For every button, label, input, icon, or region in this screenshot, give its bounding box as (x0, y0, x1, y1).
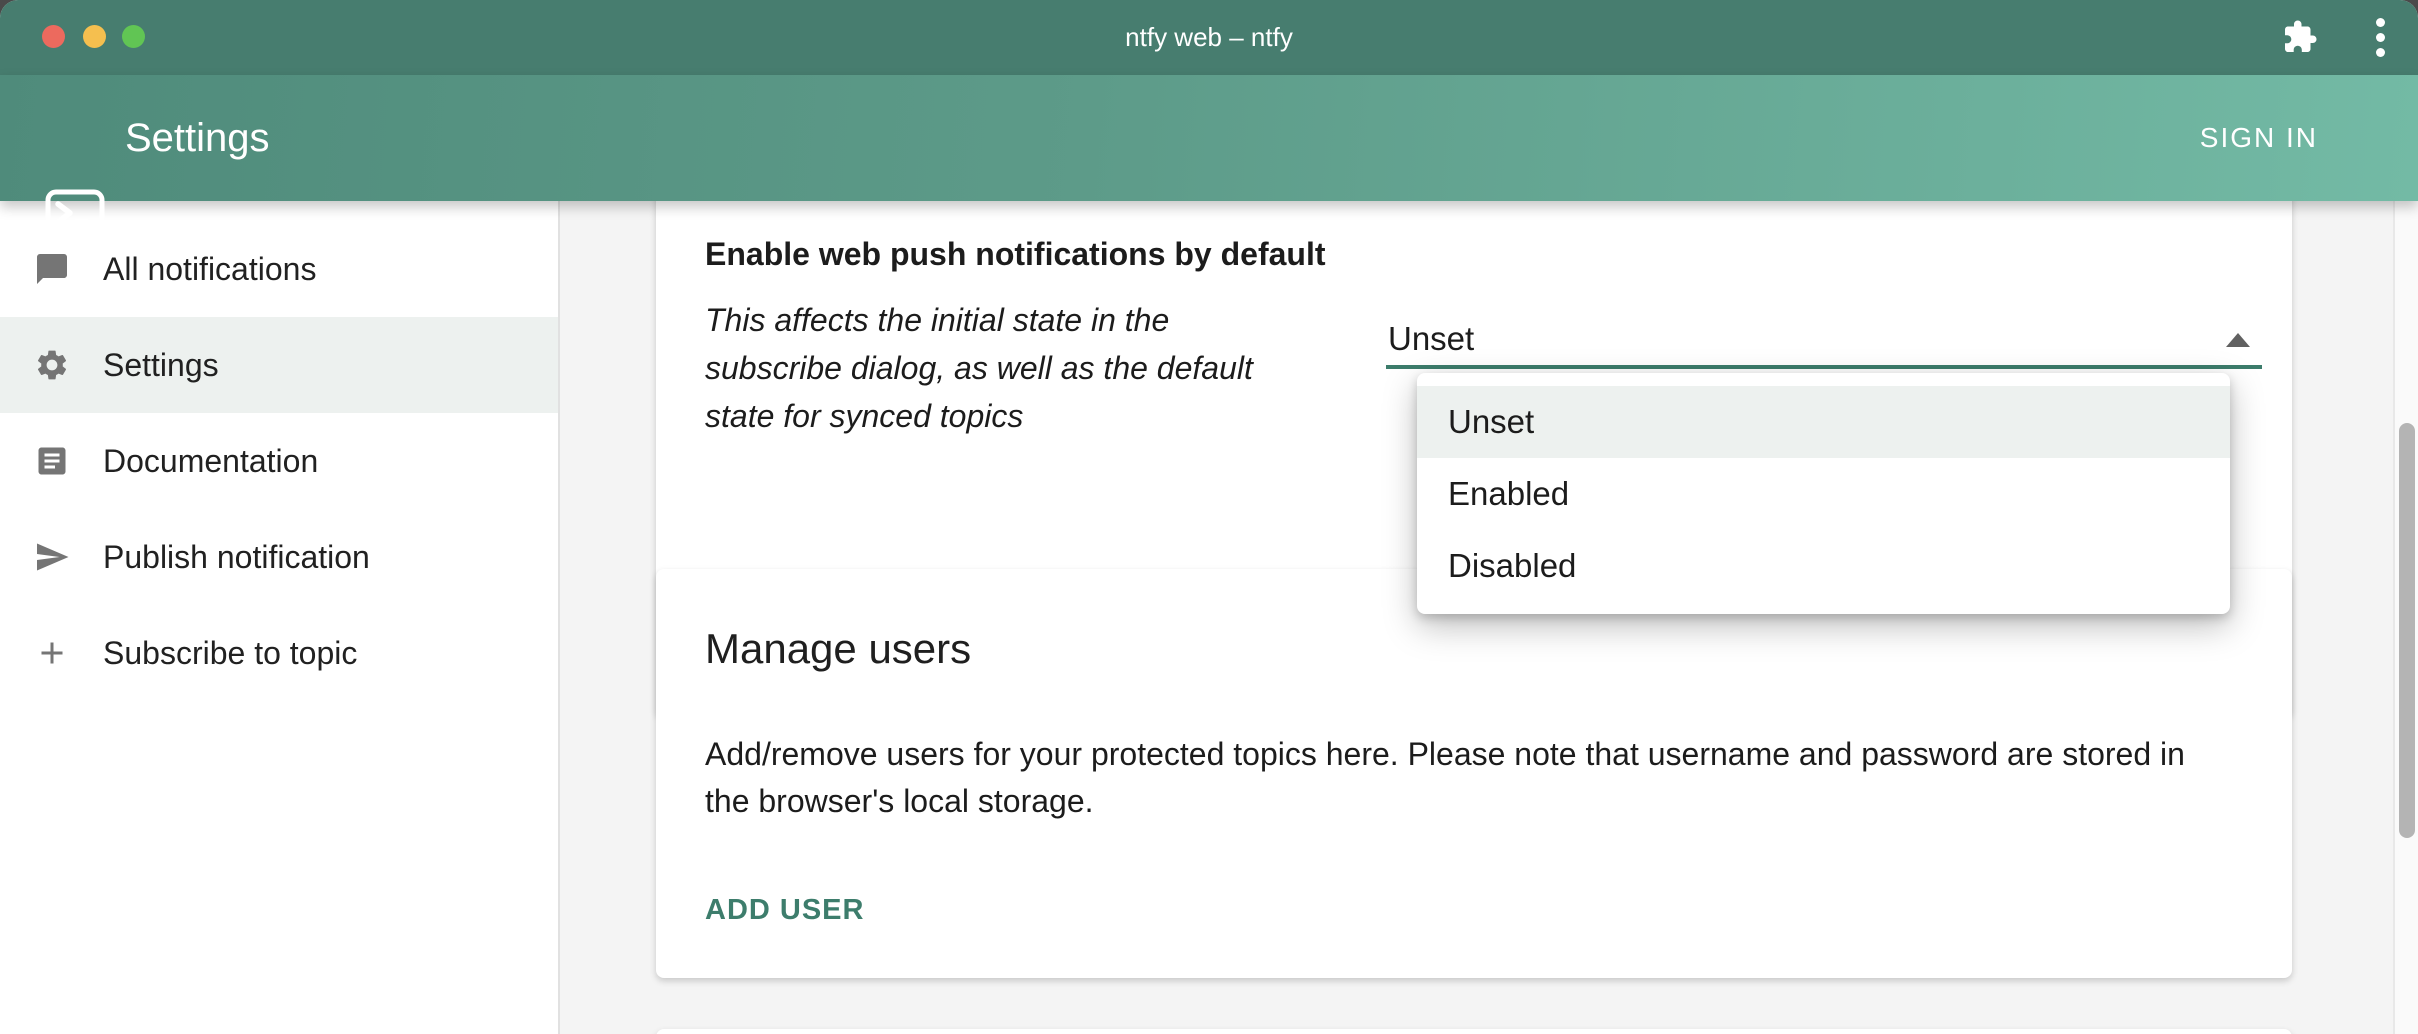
gear-icon (34, 347, 70, 383)
page-title: Settings (125, 75, 270, 201)
scrollbar-track[interactable] (2393, 201, 2418, 1034)
sidebar-item-settings[interactable]: Settings (0, 317, 558, 413)
sidebar-item-label: Subscribe to topic (103, 605, 357, 701)
sidebar: All notifications Settings Documentation… (0, 201, 560, 1034)
ntfy-logo-icon (44, 189, 106, 245)
menu-option-enabled[interactable]: Enabled (1417, 458, 2230, 530)
titlebar: ntfy web – ntfy (0, 0, 2418, 75)
sidebar-item-label: Publish notification (103, 509, 370, 605)
select-underline (1386, 365, 2262, 369)
sidebar-item-label: All notifications (103, 221, 316, 317)
sidebar-item-label: Documentation (103, 413, 318, 509)
add-user-button[interactable]: ADD USER (705, 891, 864, 929)
pref-description: This affects the initial state in the su… (705, 296, 1325, 440)
browser-menu-kebab-icon[interactable] (2371, 16, 2389, 60)
menu-option-unset[interactable]: Unset (1417, 386, 2230, 458)
plus-icon (34, 635, 70, 671)
sidebar-item-publish-notification[interactable]: Publish notification (0, 509, 558, 605)
card-title: Manage users (705, 621, 971, 677)
extensions-puzzle-icon[interactable] (2282, 19, 2318, 55)
select-value: Unset (1388, 319, 1474, 359)
window-title: ntfy web – ntfy (0, 0, 2418, 75)
next-card-partial (656, 1029, 2292, 1034)
select-dropdown-menu: Unset Enabled Disabled (1417, 373, 2230, 614)
browser-window: ntfy web – ntfy Settings SIGN IN All not… (0, 0, 2418, 1034)
scrollbar-thumb[interactable] (2399, 423, 2415, 838)
chevron-up-icon (2226, 333, 2250, 347)
pref-heading: Enable web push notifications by default (705, 233, 1326, 275)
send-icon (34, 539, 70, 575)
chat-bubble-icon (34, 251, 70, 287)
card-description: Add/remove users for your protected topi… (705, 731, 2250, 825)
web-push-default-select[interactable]: Unset (1386, 319, 2262, 369)
app-header: Settings SIGN IN (0, 75, 2418, 201)
sidebar-item-documentation[interactable]: Documentation (0, 413, 558, 509)
sign-in-button[interactable]: SIGN IN (2184, 111, 2334, 165)
sidebar-item-label: Settings (103, 317, 219, 413)
article-icon (34, 443, 70, 479)
settings-page-content: Enable web push notifications by default… (560, 201, 2418, 1034)
sidebar-item-subscribe-to-topic[interactable]: Subscribe to topic (0, 605, 558, 701)
manage-users-card: Manage users Add/remove users for your p… (656, 569, 2292, 978)
menu-option-disabled[interactable]: Disabled (1417, 530, 2230, 602)
